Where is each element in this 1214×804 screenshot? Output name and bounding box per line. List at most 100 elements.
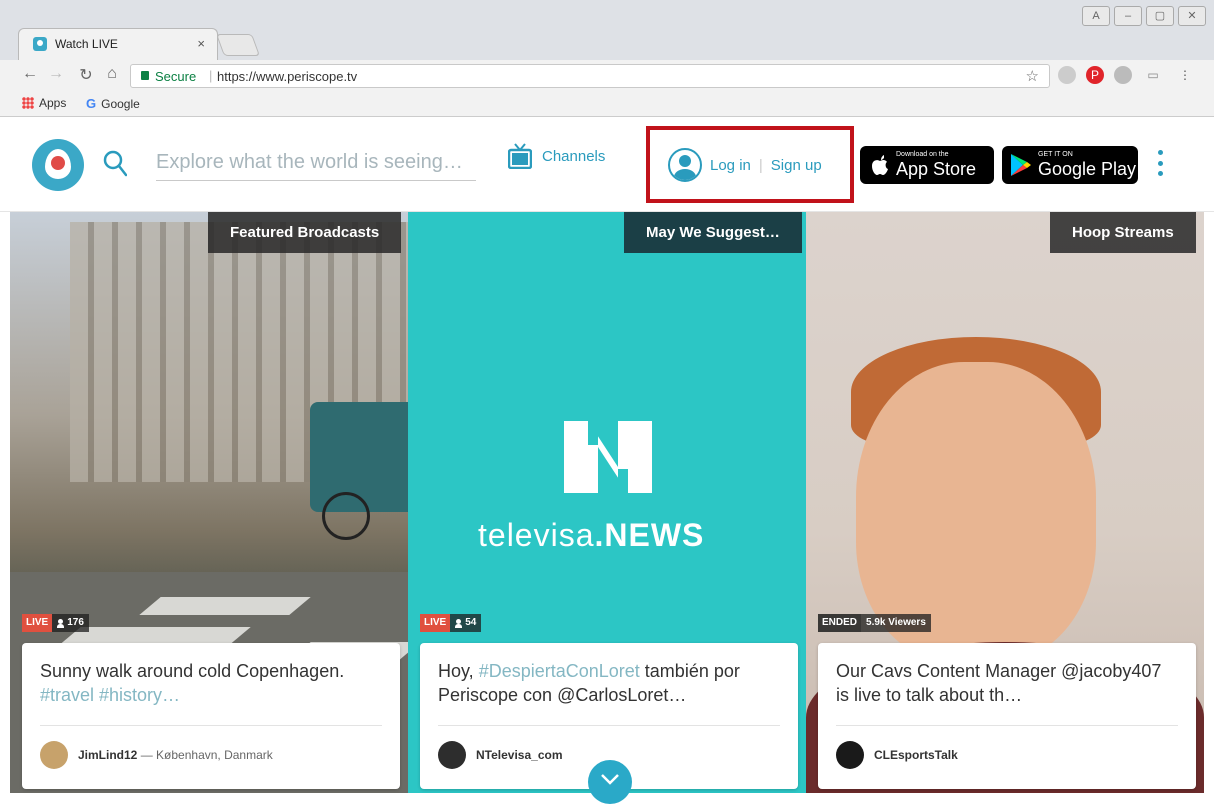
extension-icon-2[interactable] (1114, 66, 1132, 84)
televisa-news-wordmark: televisa.NEWS (478, 517, 704, 554)
url-text: https://www.periscope.tv (217, 69, 358, 84)
window-controls: A – ▢ ✕ (1082, 6, 1206, 26)
broadcast-author[interactable]: CLEsportsTalk (836, 741, 958, 769)
apple-icon (872, 155, 888, 175)
column-label: Featured Broadcasts (208, 212, 402, 253)
column-label: May We Suggest… (624, 212, 802, 253)
author-name: JimLind12 (78, 748, 138, 762)
bookmark-apps-label: Apps (39, 96, 67, 110)
browser-toolbar: ← → ↻ ⌂ Secure | https://www.periscope.t… (0, 60, 1214, 92)
status-badge: ENDED (818, 614, 862, 632)
viewer-count: 176 (52, 614, 89, 632)
broadcast-hoop-streams[interactable]: Hoop Streams ENDED 5.9k Viewers Our Cavs… (806, 212, 1204, 793)
caption-hashtags[interactable]: #travel #history… (40, 685, 180, 705)
browser-tab[interactable]: Watch LIVE × (18, 28, 218, 60)
cast-icon[interactable]: ▭ (1144, 66, 1162, 84)
login-signup: Log in | Sign up (668, 148, 822, 182)
chevron-down-icon (601, 774, 619, 785)
close-window-button[interactable]: ✕ (1178, 6, 1206, 26)
broadcast-author[interactable]: JimLind12 — København, Danmark (40, 741, 273, 769)
forward-arrow-icon[interactable]: → (46, 65, 66, 83)
broadcast-card[interactable]: Our Cavs Content Manager @jacoby407 is l… (818, 643, 1196, 789)
tv-icon (508, 143, 532, 169)
bookmark-apps[interactable]: Apps (22, 96, 66, 110)
author-name: CLEsportsTalk (874, 748, 958, 762)
viewer-icon (455, 618, 463, 628)
title-bar: Watch LIVE × A – ▢ ✕ (0, 0, 1214, 60)
address-bar[interactable]: Secure | https://www.periscope.tv ☆ (130, 64, 1050, 88)
search-input[interactable] (156, 145, 476, 181)
google-play-big-text: Google Play (1038, 159, 1137, 179)
viewer-count-value: 54 (465, 617, 477, 628)
pinterest-icon[interactable]: P (1086, 66, 1104, 84)
live-badge: LIVE 176 (22, 614, 89, 632)
broadcast-caption: Sunny walk around cold Copenhagen. #trav… (40, 659, 382, 707)
apps-grid-icon (22, 97, 34, 109)
caption-text: Sunny walk around cold Copenhagen. (40, 661, 345, 681)
broadcast-grid: Featured Broadcasts LIVE 176 Sunny walk … (10, 212, 1204, 793)
broadcast-suggested[interactable]: May We Suggest… televisa.NEWS LIVE 54 Ho… (408, 212, 806, 793)
broadcast-featured[interactable]: Featured Broadcasts LIVE 176 Sunny walk … (10, 212, 408, 793)
periscope-favicon-icon (33, 37, 47, 51)
search-icon[interactable] (103, 150, 127, 178)
back-arrow-icon[interactable]: ← (20, 65, 40, 83)
tab-close-icon[interactable]: × (197, 36, 205, 51)
secure-label: Secure (155, 69, 197, 84)
periscope-logo-icon[interactable] (32, 139, 84, 191)
home-icon[interactable]: ⌂ (102, 65, 122, 83)
avatar (836, 741, 864, 769)
avatar (40, 741, 68, 769)
viewer-count: 54 (450, 614, 482, 632)
caption-hashtag[interactable]: #DespiertaConLoret (479, 661, 640, 681)
viewer-count: 5.9k Viewers (861, 614, 931, 632)
signup-link[interactable]: Sign up (771, 157, 822, 174)
browser-chrome: Watch LIVE × A – ▢ ✕ ← → ↻ ⌂ Secure | ht… (0, 0, 1214, 117)
app-store-button[interactable]: Download on the App Store (860, 146, 994, 184)
card-divider (438, 725, 780, 726)
card-divider (40, 725, 382, 726)
televisa-news-logo-icon (564, 421, 652, 493)
brand-word-light: televisa (478, 517, 595, 553)
broadcast-caption: Our Cavs Content Manager @jacoby407 is l… (836, 661, 1162, 705)
column-label: Hoop Streams (1050, 212, 1196, 253)
google-icon: G (86, 96, 97, 111)
app-store-big-text: App Store (896, 159, 977, 179)
google-play-button[interactable]: GET IT ON Google Play (1002, 146, 1138, 184)
user-avatar-icon[interactable] (668, 148, 702, 182)
reload-icon[interactable]: ↻ (76, 65, 96, 85)
caption-text: Hoy, (438, 661, 479, 681)
more-options-icon[interactable] (1158, 150, 1164, 176)
channels-label: Channels (542, 147, 606, 165)
login-link[interactable]: Log in (710, 157, 751, 174)
broadcast-author[interactable]: NTelevisa_com (438, 741, 563, 769)
google-play-small-text: GET IT ON (1038, 151, 1073, 158)
maximize-button[interactable]: ▢ (1146, 6, 1174, 26)
lock-icon (141, 71, 149, 80)
menu-icon[interactable]: ⋮ (1176, 66, 1194, 84)
card-divider (836, 725, 1178, 726)
url-separator: | (209, 68, 213, 83)
extension-icon[interactable] (1058, 66, 1076, 84)
ended-badge: ENDED 5.9k Viewers (818, 614, 931, 632)
viewer-count-value: 176 (67, 617, 84, 628)
channels-link[interactable]: Channels (508, 143, 605, 169)
bookmarks-bar: Apps G Google (0, 92, 1214, 116)
bookmark-google[interactable]: G Google (86, 96, 140, 111)
author-name: NTelevisa_com (476, 748, 563, 762)
crosswalk-stripe (139, 597, 311, 615)
site-header: Channels Download on the App Store GET I… (0, 117, 1214, 212)
status-badge: LIVE (420, 614, 451, 632)
bike-wheel (322, 492, 370, 540)
status-badge: LIVE (22, 614, 53, 632)
app-store-small-text: Download on the (896, 151, 949, 158)
new-tab-button[interactable] (215, 34, 261, 56)
bookmark-star-icon[interactable]: ☆ (1026, 67, 1039, 85)
login-highlight: Log in | Sign up (646, 126, 854, 203)
minimize-button[interactable]: – (1114, 6, 1142, 26)
profile-icon[interactable]: A (1082, 6, 1110, 26)
broadcast-card[interactable]: Sunny walk around cold Copenhagen. #trav… (22, 643, 400, 789)
scroll-down-button[interactable] (588, 760, 632, 804)
tab-title: Watch LIVE (55, 37, 118, 51)
login-separator: | (758, 156, 763, 174)
broadcast-caption: Hoy, #DespiertaConLoret también por Peri… (438, 659, 780, 707)
